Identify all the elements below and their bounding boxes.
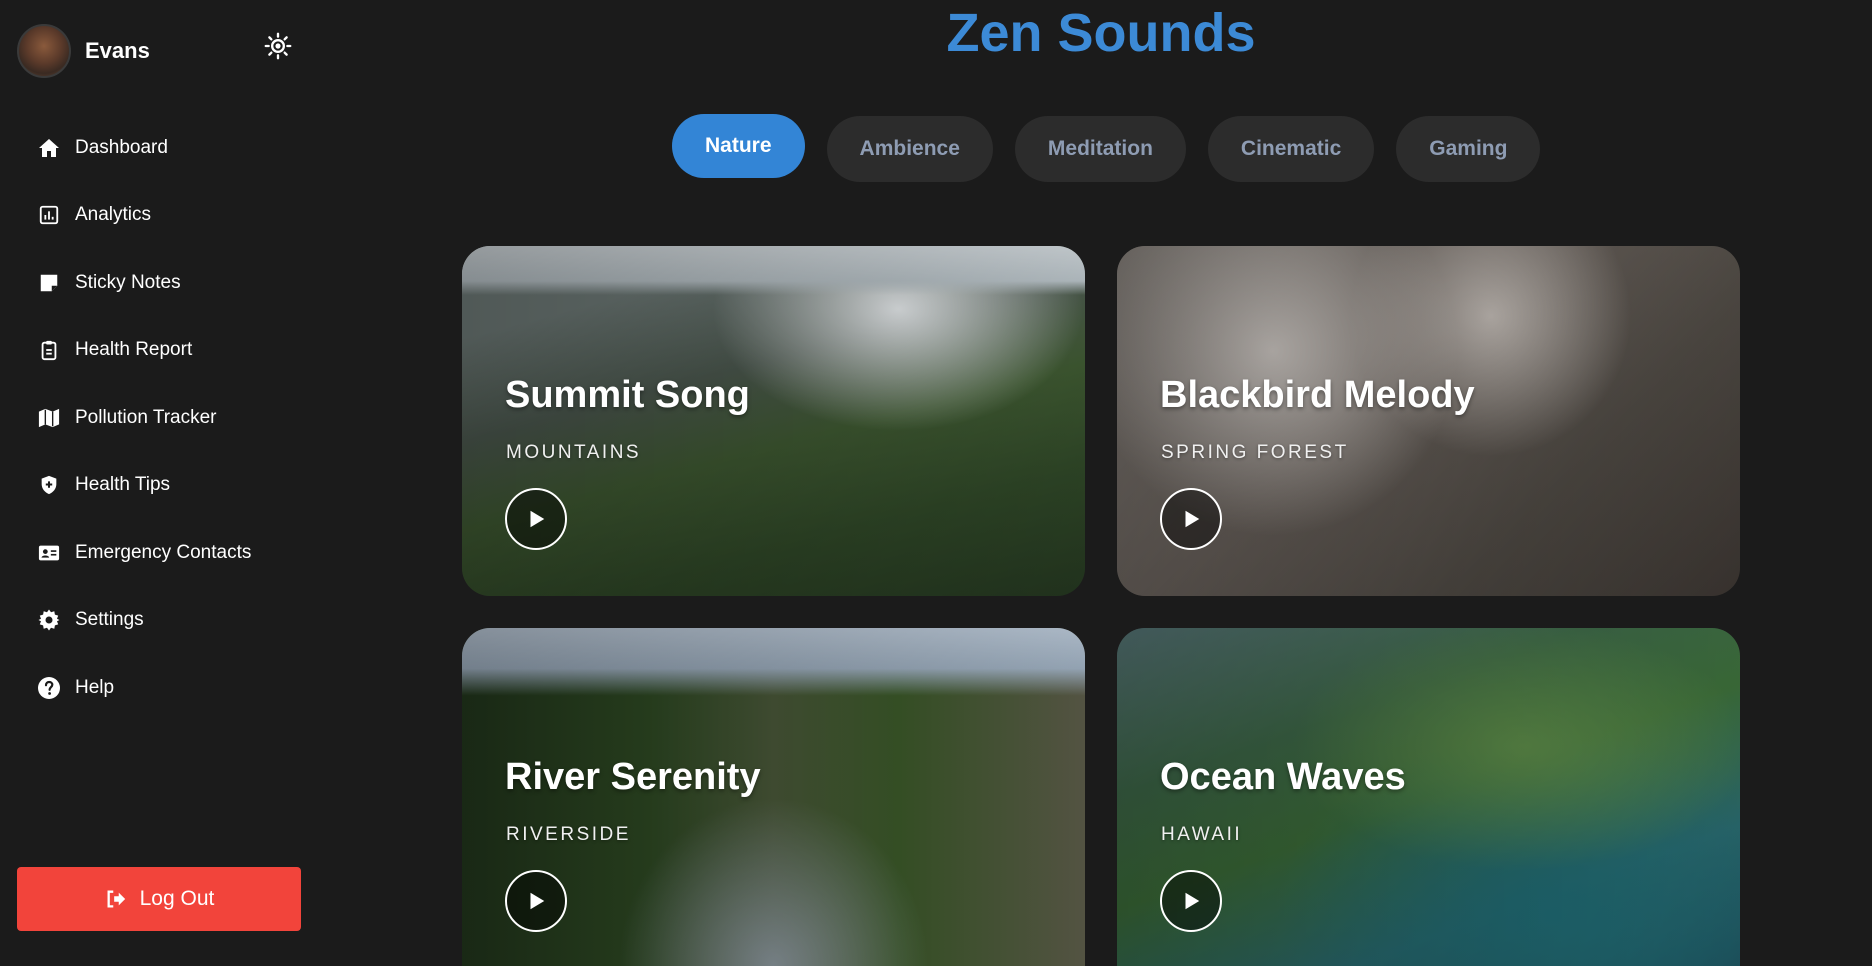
sidebar-item-label: Emergency Contacts bbox=[75, 541, 252, 563]
tab-ambience[interactable]: Ambience bbox=[826, 116, 993, 182]
contact-card-icon bbox=[36, 540, 62, 566]
sidebar-item-label: Help bbox=[75, 676, 115, 698]
sound-card-summit-song[interactable]: Summit Song MOUNTAINS bbox=[462, 246, 1085, 596]
shield-plus-icon bbox=[36, 472, 62, 498]
sidebar-item-emergency-contacts[interactable]: Emergency Contacts bbox=[0, 519, 320, 587]
card-subtitle: RIVERSIDE bbox=[506, 824, 631, 845]
analytics-icon bbox=[36, 202, 62, 228]
sidebar: Evans Dashboard Analytics Sticky Notes H… bbox=[0, 0, 320, 966]
card-subtitle: HAWAII bbox=[1161, 824, 1243, 845]
card-title: Blackbird Melody bbox=[1160, 374, 1475, 416]
tab-cinematic[interactable]: Cinematic bbox=[1207, 116, 1375, 182]
sidebar-item-health-tips[interactable]: Health Tips bbox=[0, 452, 320, 520]
play-icon bbox=[530, 892, 545, 910]
play-button[interactable] bbox=[505, 870, 567, 932]
sidebar-item-health-report[interactable]: Health Report bbox=[0, 317, 320, 385]
play-button[interactable] bbox=[1160, 488, 1222, 550]
sidebar-item-dashboard[interactable]: Dashboard bbox=[0, 114, 320, 182]
sound-card-river-serenity[interactable]: River Serenity RIVERSIDE bbox=[462, 628, 1085, 966]
clipboard-icon bbox=[36, 337, 62, 363]
card-subtitle: SPRING FOREST bbox=[1161, 442, 1349, 463]
app-root: Evans Dashboard Analytics Sticky Notes H… bbox=[0, 0, 1872, 966]
card-overlay bbox=[1117, 246, 1740, 596]
sidebar-item-analytics[interactable]: Analytics bbox=[0, 182, 320, 250]
sidebar-item-label: Dashboard bbox=[75, 136, 168, 158]
sidebar-item-settings[interactable]: Settings bbox=[0, 587, 320, 655]
play-button[interactable] bbox=[505, 488, 567, 550]
category-tabs: Nature Ambience Meditation Cinematic Gam… bbox=[672, 110, 1562, 182]
logout-icon bbox=[104, 888, 128, 910]
logout-button[interactable]: Log Out bbox=[17, 867, 301, 931]
sidebar-item-sticky-notes[interactable]: Sticky Notes bbox=[0, 249, 320, 317]
map-icon bbox=[36, 405, 62, 431]
sidebar-item-label: Analytics bbox=[75, 204, 152, 226]
tab-gaming[interactable]: Gaming bbox=[1396, 116, 1541, 182]
play-icon bbox=[530, 510, 545, 528]
sticky-note-icon bbox=[36, 270, 62, 296]
tab-meditation[interactable]: Meditation bbox=[1014, 116, 1186, 182]
play-button[interactable] bbox=[1160, 870, 1222, 932]
page-title: Zen Sounds bbox=[946, 3, 1256, 63]
sidebar-item-label: Settings bbox=[75, 609, 144, 631]
play-icon bbox=[1185, 892, 1200, 910]
card-title: Ocean Waves bbox=[1160, 756, 1406, 798]
sidebar-nav: Dashboard Analytics Sticky Notes Health … bbox=[0, 114, 320, 722]
logout-label: Log Out bbox=[139, 887, 215, 910]
sidebar-item-pollution-tracker[interactable]: Pollution Tracker bbox=[0, 384, 320, 452]
sound-card-blackbird-melody[interactable]: Blackbird Melody SPRING FOREST bbox=[1117, 246, 1740, 596]
help-icon bbox=[36, 675, 62, 701]
sound-card-ocean-waves[interactable]: Ocean Waves HAWAII bbox=[1117, 628, 1740, 966]
sidebar-item-help[interactable]: Help bbox=[0, 654, 320, 722]
gear-icon bbox=[36, 607, 62, 633]
card-title: Summit Song bbox=[505, 374, 750, 416]
card-overlay bbox=[462, 246, 1085, 596]
card-title: River Serenity bbox=[505, 756, 761, 798]
sidebar-item-label: Sticky Notes bbox=[75, 271, 181, 293]
play-icon bbox=[1185, 510, 1200, 528]
card-subtitle: MOUNTAINS bbox=[506, 442, 642, 463]
tab-nature[interactable]: Nature bbox=[672, 114, 805, 178]
sidebar-item-label: Pollution Tracker bbox=[75, 406, 217, 428]
sidebar-item-label: Health Report bbox=[75, 339, 193, 361]
home-icon bbox=[36, 135, 62, 161]
sidebar-item-label: Health Tips bbox=[75, 474, 171, 496]
